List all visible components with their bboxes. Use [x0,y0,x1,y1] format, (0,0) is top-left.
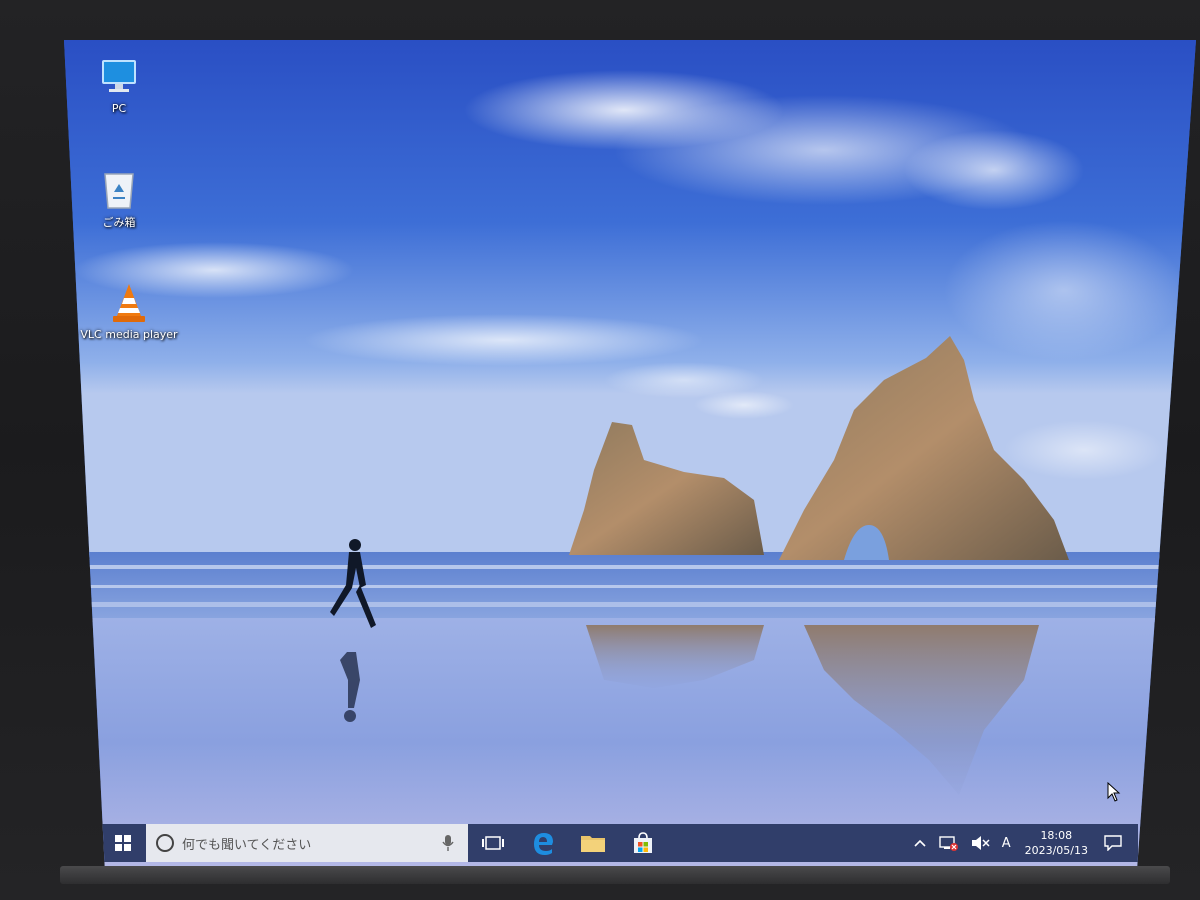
pc-monitor-icon [98,56,140,98]
notification-icon [1104,835,1122,851]
search-box[interactable]: 何でも聞いてください [146,824,468,862]
windows-logo-icon [115,835,131,851]
desktop-icon-label: ごみ箱 [102,216,136,229]
microphone-icon[interactable] [442,835,454,851]
recycle-bin-icon [98,168,140,210]
desktop-icon-recycle-bin[interactable]: ごみ箱 [64,168,174,230]
action-center-button[interactable] [1096,824,1130,862]
desktop-wallpaper [64,40,1196,868]
task-view-button[interactable] [468,824,518,862]
task-view-icon [482,836,504,850]
volume-button[interactable] [964,824,996,862]
desktop-icon-vlc[interactable]: VLC media player [74,282,184,341]
network-button[interactable] [932,824,964,862]
start-button[interactable] [100,824,146,862]
speaker-muted-icon [971,836,990,850]
show-hidden-icons-button[interactable] [908,824,932,862]
desktop-screen: PC ごみ箱 VLC media player 何でも聞いてください A 18:… [64,40,1196,868]
chevron-up-icon [914,839,926,847]
edge-button[interactable] [518,824,568,862]
clock[interactable]: 18:08 2023/05/13 [1017,828,1096,858]
network-disconnected-icon [938,836,958,851]
search-placeholder: 何でも聞いてください [182,837,312,853]
mouse-pointer-icon [1107,782,1121,802]
store-bag-icon [634,832,652,853]
edge-icon [534,833,553,855]
system-tray: A 18:08 2023/05/13 [908,824,1138,862]
monitor-stand-edge [60,866,1170,884]
cortana-icon [156,834,174,852]
desktop-icon-pc[interactable]: PC [64,56,174,115]
desktop-icon-label: PC [111,102,127,115]
folder-icon [581,836,605,852]
ime-mode-indicator[interactable]: A [996,824,1017,862]
clock-time: 18:08 [1040,829,1073,842]
taskbar: 何でも聞いてください A 18:08 2023/05/13 [100,824,1138,862]
file-explorer-button[interactable] [568,824,618,862]
store-button[interactable] [618,824,668,862]
clock-date: 2023/05/13 [1024,844,1088,857]
desktop-icon-label: VLC media player [80,328,178,341]
vlc-cone-icon [108,282,150,324]
